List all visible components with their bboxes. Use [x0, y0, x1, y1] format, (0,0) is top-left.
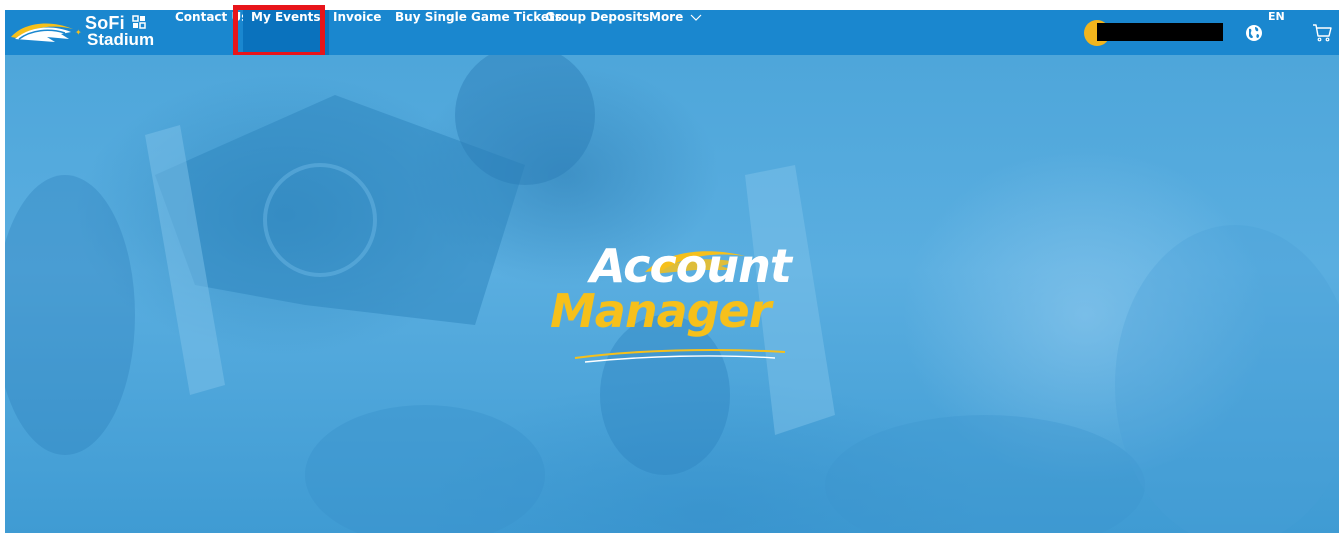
- hero-banner: Account Manager: [5, 55, 1339, 533]
- chargers-bolt-logo[interactable]: [9, 15, 75, 51]
- account-manager-line2: Manager: [550, 284, 771, 338]
- sofi-logo-mark: [132, 15, 146, 29]
- account-manager-line1: Account: [590, 239, 792, 293]
- language-selector[interactable]: EN: [1268, 10, 1285, 55]
- nav-my-events[interactable]: My Events: [243, 10, 329, 55]
- nav-more-label: More: [649, 10, 684, 24]
- nav-group-deposits[interactable]: Group Deposits: [545, 10, 649, 55]
- nav-buy-single-game-tickets[interactable]: Buy Single Game Tickets: [395, 10, 562, 55]
- cart-icon[interactable]: [1311, 22, 1333, 44]
- nav-contact-us[interactable]: Contact Us: [175, 10, 248, 55]
- nav-more[interactable]: More: [649, 10, 702, 55]
- account-manager-title: Account Manager: [550, 239, 810, 334]
- sparkle-icon: ✦: [75, 28, 82, 37]
- sofi-stadium-logo[interactable]: SoFi Stadium: [85, 13, 165, 53]
- top-navigation-bar: ✦ SoFi Stadium Contact Us My Events Invo…: [5, 10, 1339, 55]
- nav-invoice[interactable]: Invoice: [333, 10, 381, 55]
- redacted-account-name: [1097, 23, 1223, 41]
- sofi-logo-subtitle: Stadium: [87, 30, 155, 49]
- chevron-down-icon: [691, 14, 702, 21]
- globe-icon[interactable]: [1245, 24, 1263, 42]
